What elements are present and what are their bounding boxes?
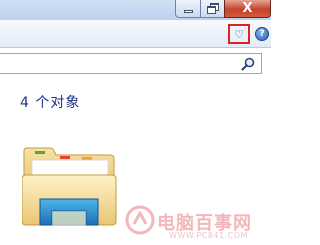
minimize-button[interactable] <box>175 0 201 18</box>
watermark-url: WWW.PC841.COM <box>169 231 248 240</box>
window-title-bar: X <box>0 0 271 20</box>
item-count-label: 4 个对象 <box>20 95 81 111</box>
restore-button[interactable] <box>200 0 225 18</box>
library-folder-icon[interactable] <box>22 143 118 233</box>
search-icon[interactable] <box>241 57 255 71</box>
search-input[interactable] <box>0 53 262 74</box>
minimize-icon <box>184 10 193 13</box>
favorites-button[interactable]: ♡ <box>228 24 250 44</box>
help-button[interactable]: ? <box>255 27 269 41</box>
watermark: 电脑百事网 WWW.PC841.COM <box>124 204 271 245</box>
close-button[interactable]: X <box>224 0 271 18</box>
watermark-logo-icon <box>125 205 155 235</box>
toolbar: ♡ ? <box>0 20 271 48</box>
heart-icon: ♡ <box>234 27 244 41</box>
